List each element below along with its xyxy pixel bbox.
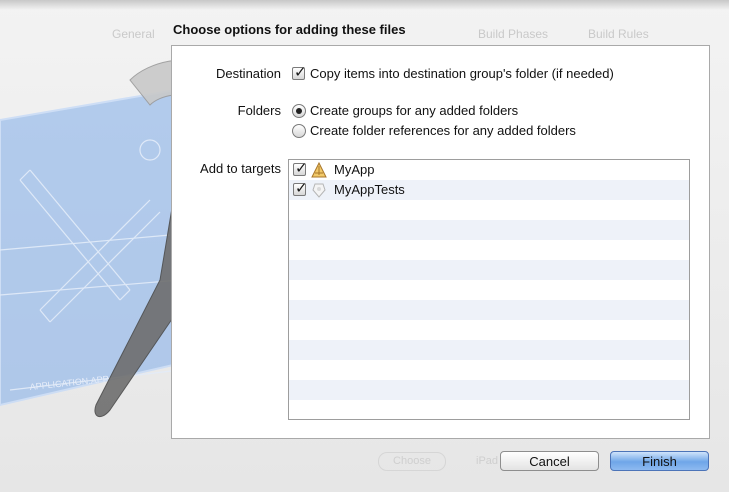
target-checkbox-myapp[interactable]: ✓ xyxy=(293,160,308,177)
cancel-button[interactable]: Cancel xyxy=(500,451,599,471)
create-groups-radio[interactable] xyxy=(292,104,306,118)
background-tab: Build Phases xyxy=(478,27,549,41)
add-to-targets-label: Add to targets xyxy=(200,161,281,176)
sheet-shadow xyxy=(0,0,729,10)
target-checkbox-myapptests[interactable]: ✓ xyxy=(293,179,308,197)
targets-list[interactable]: ✓ MyApp ✓ MyAppTests xyxy=(288,159,690,420)
list-item[interactable]: ✓ MyApp xyxy=(289,160,689,180)
create-groups-label[interactable]: Create groups for any added folders xyxy=(310,103,518,118)
background-tab: Build Rules xyxy=(588,27,649,41)
copy-items-label[interactable]: Copy items into destination group's fold… xyxy=(310,66,614,81)
checkmark-icon: ✓ xyxy=(294,63,307,81)
checkmark-icon: ✓ xyxy=(295,179,308,197)
list-stripe xyxy=(289,300,689,320)
list-stripe xyxy=(289,380,689,400)
background-tab: General xyxy=(112,27,155,41)
list-stripe xyxy=(289,340,689,360)
checkmark-icon: ✓ xyxy=(295,159,308,177)
create-folder-references-radio[interactable] xyxy=(292,124,306,138)
create-folder-references-label[interactable]: Create folder references for any added f… xyxy=(310,123,576,138)
xcode-blueprint-hammer-art: APPLICATION.APP xyxy=(0,60,200,418)
destination-label: Destination xyxy=(215,66,281,81)
test-bundle-icon xyxy=(312,183,326,198)
folders-label: Folders xyxy=(237,103,281,118)
background-text: iPad xyxy=(476,455,499,467)
target-label: MyApp xyxy=(334,162,375,177)
list-stripe xyxy=(289,220,689,240)
target-label: MyAppTests xyxy=(334,182,405,197)
app-target-icon xyxy=(311,162,327,178)
dialog-title: Choose options for adding these files xyxy=(173,22,406,37)
radio-selected-dot xyxy=(296,108,302,114)
copy-items-checkbox[interactable]: ✓ xyxy=(292,63,307,81)
finish-button[interactable]: Finish xyxy=(610,451,709,471)
background-button: Choose xyxy=(378,452,446,471)
list-item[interactable]: ✓ MyAppTests xyxy=(289,179,689,200)
list-stripe xyxy=(289,260,689,280)
